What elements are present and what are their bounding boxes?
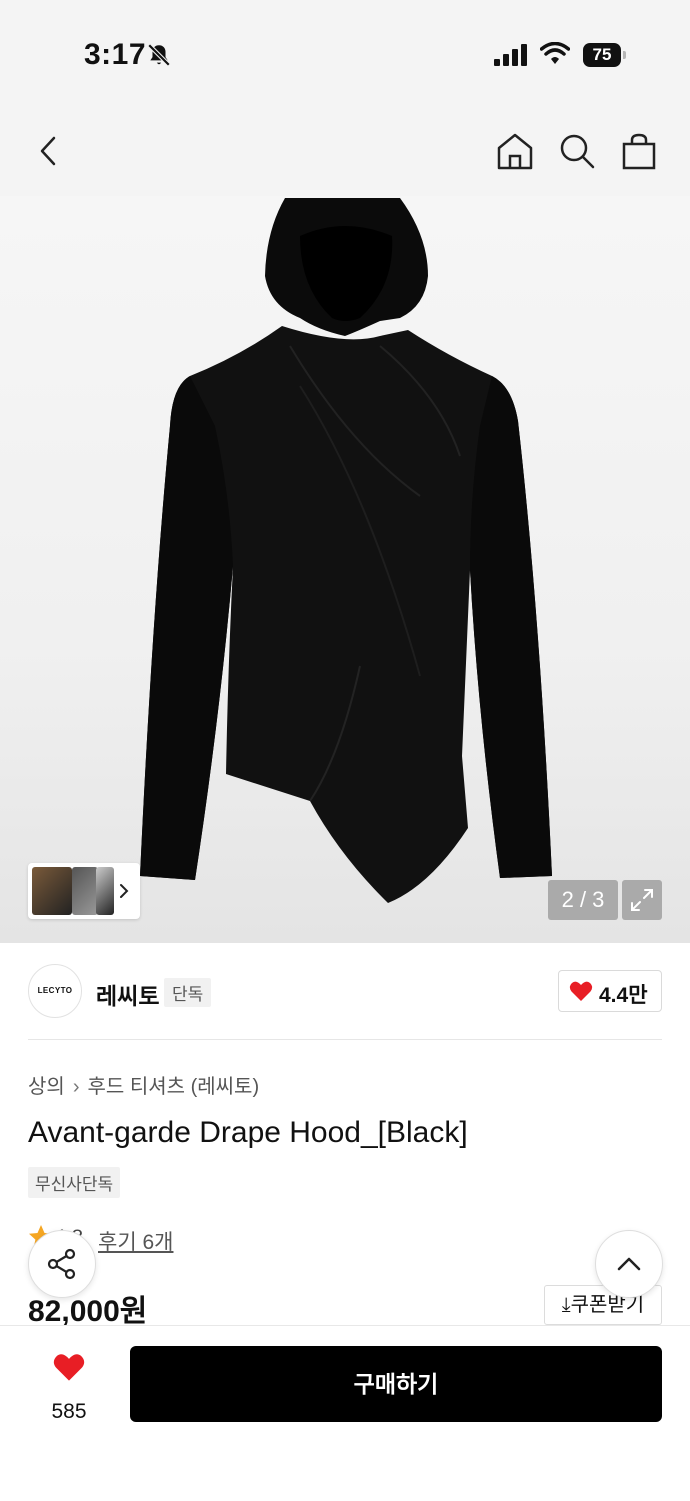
image-counter: 2 / 3 (548, 880, 618, 920)
product-photo (140, 198, 552, 903)
heart-icon (569, 981, 593, 1001)
share-button[interactable] (28, 1230, 96, 1298)
battery-indicator: 75 (583, 43, 627, 67)
back-arrow-icon[interactable] (30, 132, 68, 170)
thumbnail-1[interactable] (32, 867, 72, 915)
wifi-icon (540, 42, 570, 64)
thumbnail-2[interactable] (72, 867, 98, 915)
wishlist-count: 585 (51, 1400, 87, 1423)
product-title: Avant-garde Drape Hood_[Black] (28, 1116, 468, 1149)
chevron-up-icon (617, 1257, 641, 1271)
shopping-bag-icon[interactable] (620, 132, 658, 170)
breadcrumb: 상의 › 후드 티셔츠 (레씨토) (28, 1070, 259, 1099)
heart-icon (53, 1354, 85, 1381)
search-icon[interactable] (558, 132, 596, 170)
chevron-right-icon: › (72, 1076, 80, 1098)
scroll-to-top-button[interactable] (595, 1230, 663, 1298)
top-nav (0, 100, 690, 200)
brand-exclusive-tag: 단독 (164, 978, 212, 1007)
status-bar: 3:17 75 (0, 0, 690, 100)
share-icon (47, 1248, 76, 1280)
brand-like-count: 4.4만 (599, 984, 648, 1007)
wishlist-button[interactable]: 585 (36, 1350, 102, 1430)
status-time: 3:17 (84, 38, 147, 71)
brand-logo[interactable]: LECYTO (28, 964, 82, 1018)
brand-name[interactable]: 레씨토 (96, 977, 159, 1011)
brand-like-button[interactable]: 4.4만 (558, 970, 662, 1012)
download-icon: ⤓ (561, 1294, 571, 1316)
expand-button[interactable] (622, 880, 662, 920)
thumbnail-3[interactable] (96, 867, 114, 915)
product-image-gallery[interactable]: 2 / 3 (0, 196, 690, 943)
chevron-right-icon (120, 884, 129, 898)
divider (28, 1039, 662, 1040)
bell-muted-icon (147, 43, 171, 67)
bottom-action-bar: 585 구매하기 (0, 1325, 690, 1501)
musinsa-exclusive-badge: 무신사단독 (28, 1167, 121, 1198)
buy-button[interactable]: 구매하기 (130, 1346, 662, 1422)
thumbnail-strip[interactable] (28, 863, 140, 919)
breadcrumb-subcategory[interactable]: 후드 티셔츠 (레씨토) (87, 1076, 259, 1098)
review-count-link[interactable]: 후기 6개 (98, 1226, 173, 1256)
home-icon[interactable] (496, 132, 534, 170)
battery-level: 75 (583, 43, 621, 67)
expand-icon (631, 889, 653, 911)
cellular-signal-icon (494, 44, 527, 66)
breadcrumb-category[interactable]: 상의 (28, 1076, 65, 1098)
